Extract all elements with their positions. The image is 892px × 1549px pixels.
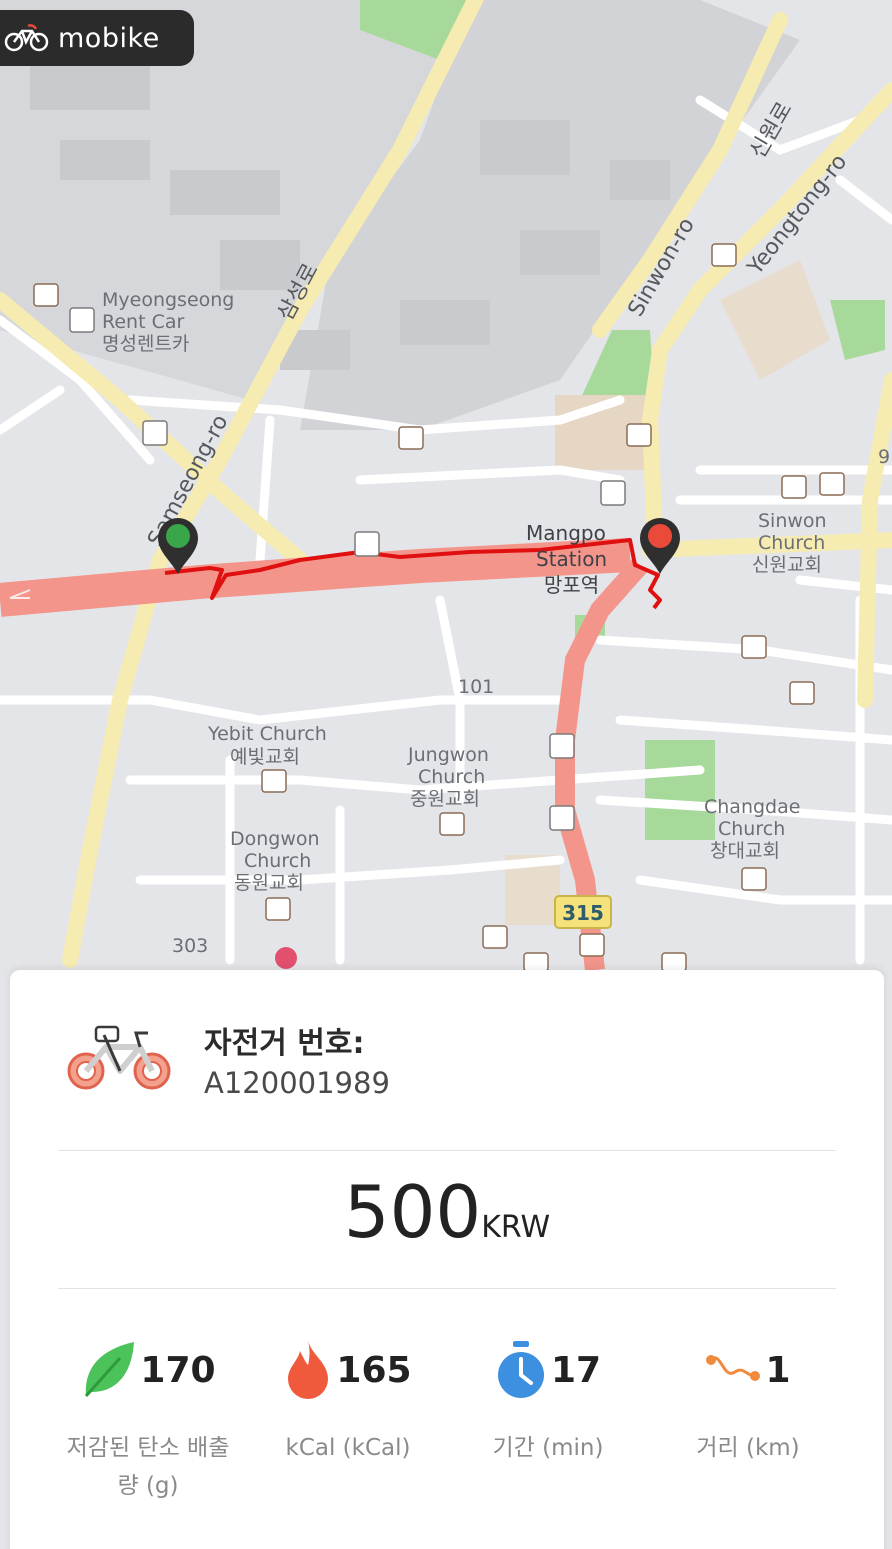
calories-value: 165 <box>336 1349 412 1391</box>
sinwon-church-ko: 신원교회 <box>752 554 822 576</box>
stopwatch-icon <box>497 1341 544 1398</box>
dongwon-church-ko: 동원교회 <box>234 872 304 894</box>
ride-stats: 170 저감된 탄소 배출량 (g) 165 kCal (kCal) 17 기간… <box>48 1335 848 1505</box>
changdae-church-label-2: Church <box>718 818 785 840</box>
route-315-label: 315 <box>562 901 604 925</box>
distance-label: 거리 (km) <box>696 1435 800 1461</box>
distance-value: 1 <box>765 1349 791 1391</box>
flame-icon <box>288 1341 329 1399</box>
ride-price: 500KRW <box>10 1170 884 1254</box>
calories-label: kCal (kCal) <box>285 1435 411 1461</box>
duration-label: 기간 (min) <box>492 1435 604 1461</box>
sinwon-church-label: Sinwon <box>758 510 827 532</box>
divider <box>58 1288 836 1289</box>
leaf-icon <box>85 1342 135 1398</box>
yebit-church-label: Yebit Church <box>207 723 327 745</box>
road-101-label: 101 <box>458 676 494 698</box>
changdae-church-label: Changdae <box>704 796 800 818</box>
mangpo-station-label-2: Station <box>536 547 607 571</box>
stat-distance: 1 거리 (km) <box>648 1335 848 1505</box>
bike-number-label: 자전거 번호: <box>204 1026 365 1061</box>
price-currency: KRW <box>481 1210 551 1245</box>
ride-summary-card: 자전거 번호: A120001989 500KRW 170 저감된 탄소 배출량… <box>10 970 884 1549</box>
divider <box>58 1150 836 1151</box>
road-303-label: 303 <box>172 935 208 957</box>
bike-logo-icon <box>4 24 49 52</box>
dongwon-church-label-2: Church <box>244 850 311 872</box>
bike-number: A120001989 <box>204 1066 390 1100</box>
myeongseong-label-ko: 명성렌트카 <box>102 333 189 355</box>
park-area <box>645 740 715 840</box>
jungwon-church-ko: 중원교회 <box>410 788 480 810</box>
sinwon-church-label-2: Church <box>758 532 825 554</box>
bike-info: 자전거 번호: A120001989 <box>64 1018 390 1100</box>
carbon-label: 저감된 탄소 배출량 (g) <box>66 1435 230 1499</box>
distance-icon <box>706 1355 761 1381</box>
dongwon-church-label: Dongwon <box>230 828 320 850</box>
jungwon-church-label-2: Church <box>418 766 485 788</box>
duration-value: 17 <box>550 1349 602 1391</box>
stat-duration: 17 기간 (min) <box>448 1335 648 1505</box>
mobike-logo: mobike <box>0 10 194 66</box>
bicycle-icon <box>67 1025 171 1090</box>
price-amount: 500 <box>343 1170 482 1254</box>
yebit-church-ko: 예빛교회 <box>230 746 300 768</box>
changdae-church-ko: 창대교회 <box>710 840 780 862</box>
stat-carbon: 170 저감된 탄소 배출량 (g) <box>48 1335 248 1505</box>
brand-name: mobike <box>58 22 160 54</box>
mangpo-station-label: Mangpo <box>526 521 606 545</box>
carbon-value: 170 <box>140 1349 216 1391</box>
edge-label: 9 <box>878 446 890 468</box>
mangpo-station-ko: 망포역 <box>544 573 599 597</box>
myeongseong-label: Myeongseong <box>102 289 234 311</box>
stat-calories: 165 kCal (kCal) <box>248 1335 448 1505</box>
myeongseong-label-2: Rent Car <box>102 311 184 333</box>
jungwon-church-label: Jungwon <box>407 744 489 766</box>
